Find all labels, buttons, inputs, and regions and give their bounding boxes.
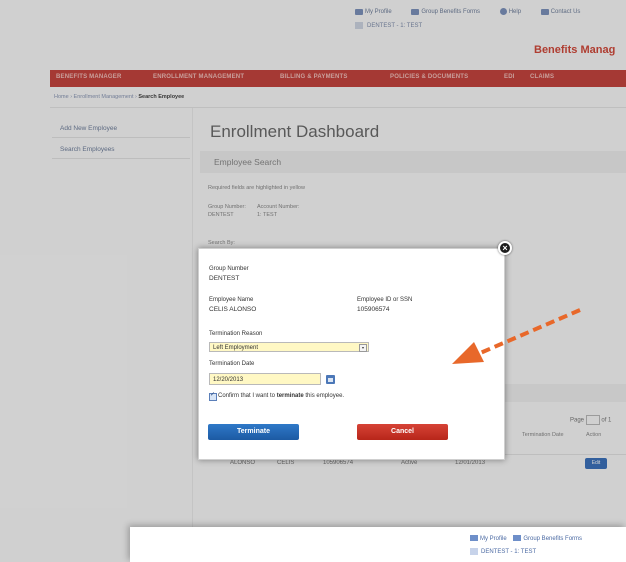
termination-date-label: Termination Date bbox=[209, 361, 255, 367]
profile-icon bbox=[470, 535, 478, 541]
expand-icon bbox=[470, 548, 478, 555]
confirm-checkbox[interactable] bbox=[209, 391, 217, 401]
arrow-head bbox=[452, 342, 484, 364]
calendar-icon[interactable] bbox=[326, 375, 335, 384]
modal-group-number-value: DENTEST bbox=[209, 275, 240, 282]
employee-name-value: CELIS ALONSO bbox=[209, 306, 257, 313]
terminate-button[interactable]: Terminate bbox=[208, 424, 299, 440]
termination-date-input[interactable]: 12/20/2013 bbox=[209, 373, 321, 385]
overlay-my-profile-link[interactable]: My Profile bbox=[470, 535, 507, 542]
modal-group-number-label: Group Number bbox=[209, 266, 249, 272]
confirm-label: Confirm that I want to terminate this em… bbox=[218, 393, 345, 399]
overlay-account[interactable]: DENTEST - 1: TEST bbox=[470, 548, 536, 555]
employee-name-label: Employee Name bbox=[209, 297, 254, 303]
forms-icon bbox=[513, 535, 522, 541]
termination-reason-label: Termination Reason bbox=[209, 331, 263, 337]
cancel-button[interactable]: Cancel bbox=[357, 424, 448, 440]
chevron-down-icon[interactable]: ▾ bbox=[359, 344, 367, 352]
close-icon[interactable]: × bbox=[498, 241, 512, 255]
employee-id-value: 105906574 bbox=[357, 306, 390, 313]
overlay-group-benefits-forms-link[interactable]: Group Benefits Forms bbox=[513, 535, 582, 542]
overlay-screenshot: My Profile Group Benefits Forms DENTEST … bbox=[130, 527, 626, 562]
overlay-links: My Profile Group Benefits Forms bbox=[470, 535, 582, 542]
arrow-annotation bbox=[452, 308, 581, 364]
employee-id-label: Employee ID or SSN bbox=[357, 297, 413, 303]
arrow-shaft bbox=[477, 308, 581, 356]
termination-reason-select[interactable]: Left Employment ▾ bbox=[209, 342, 369, 352]
